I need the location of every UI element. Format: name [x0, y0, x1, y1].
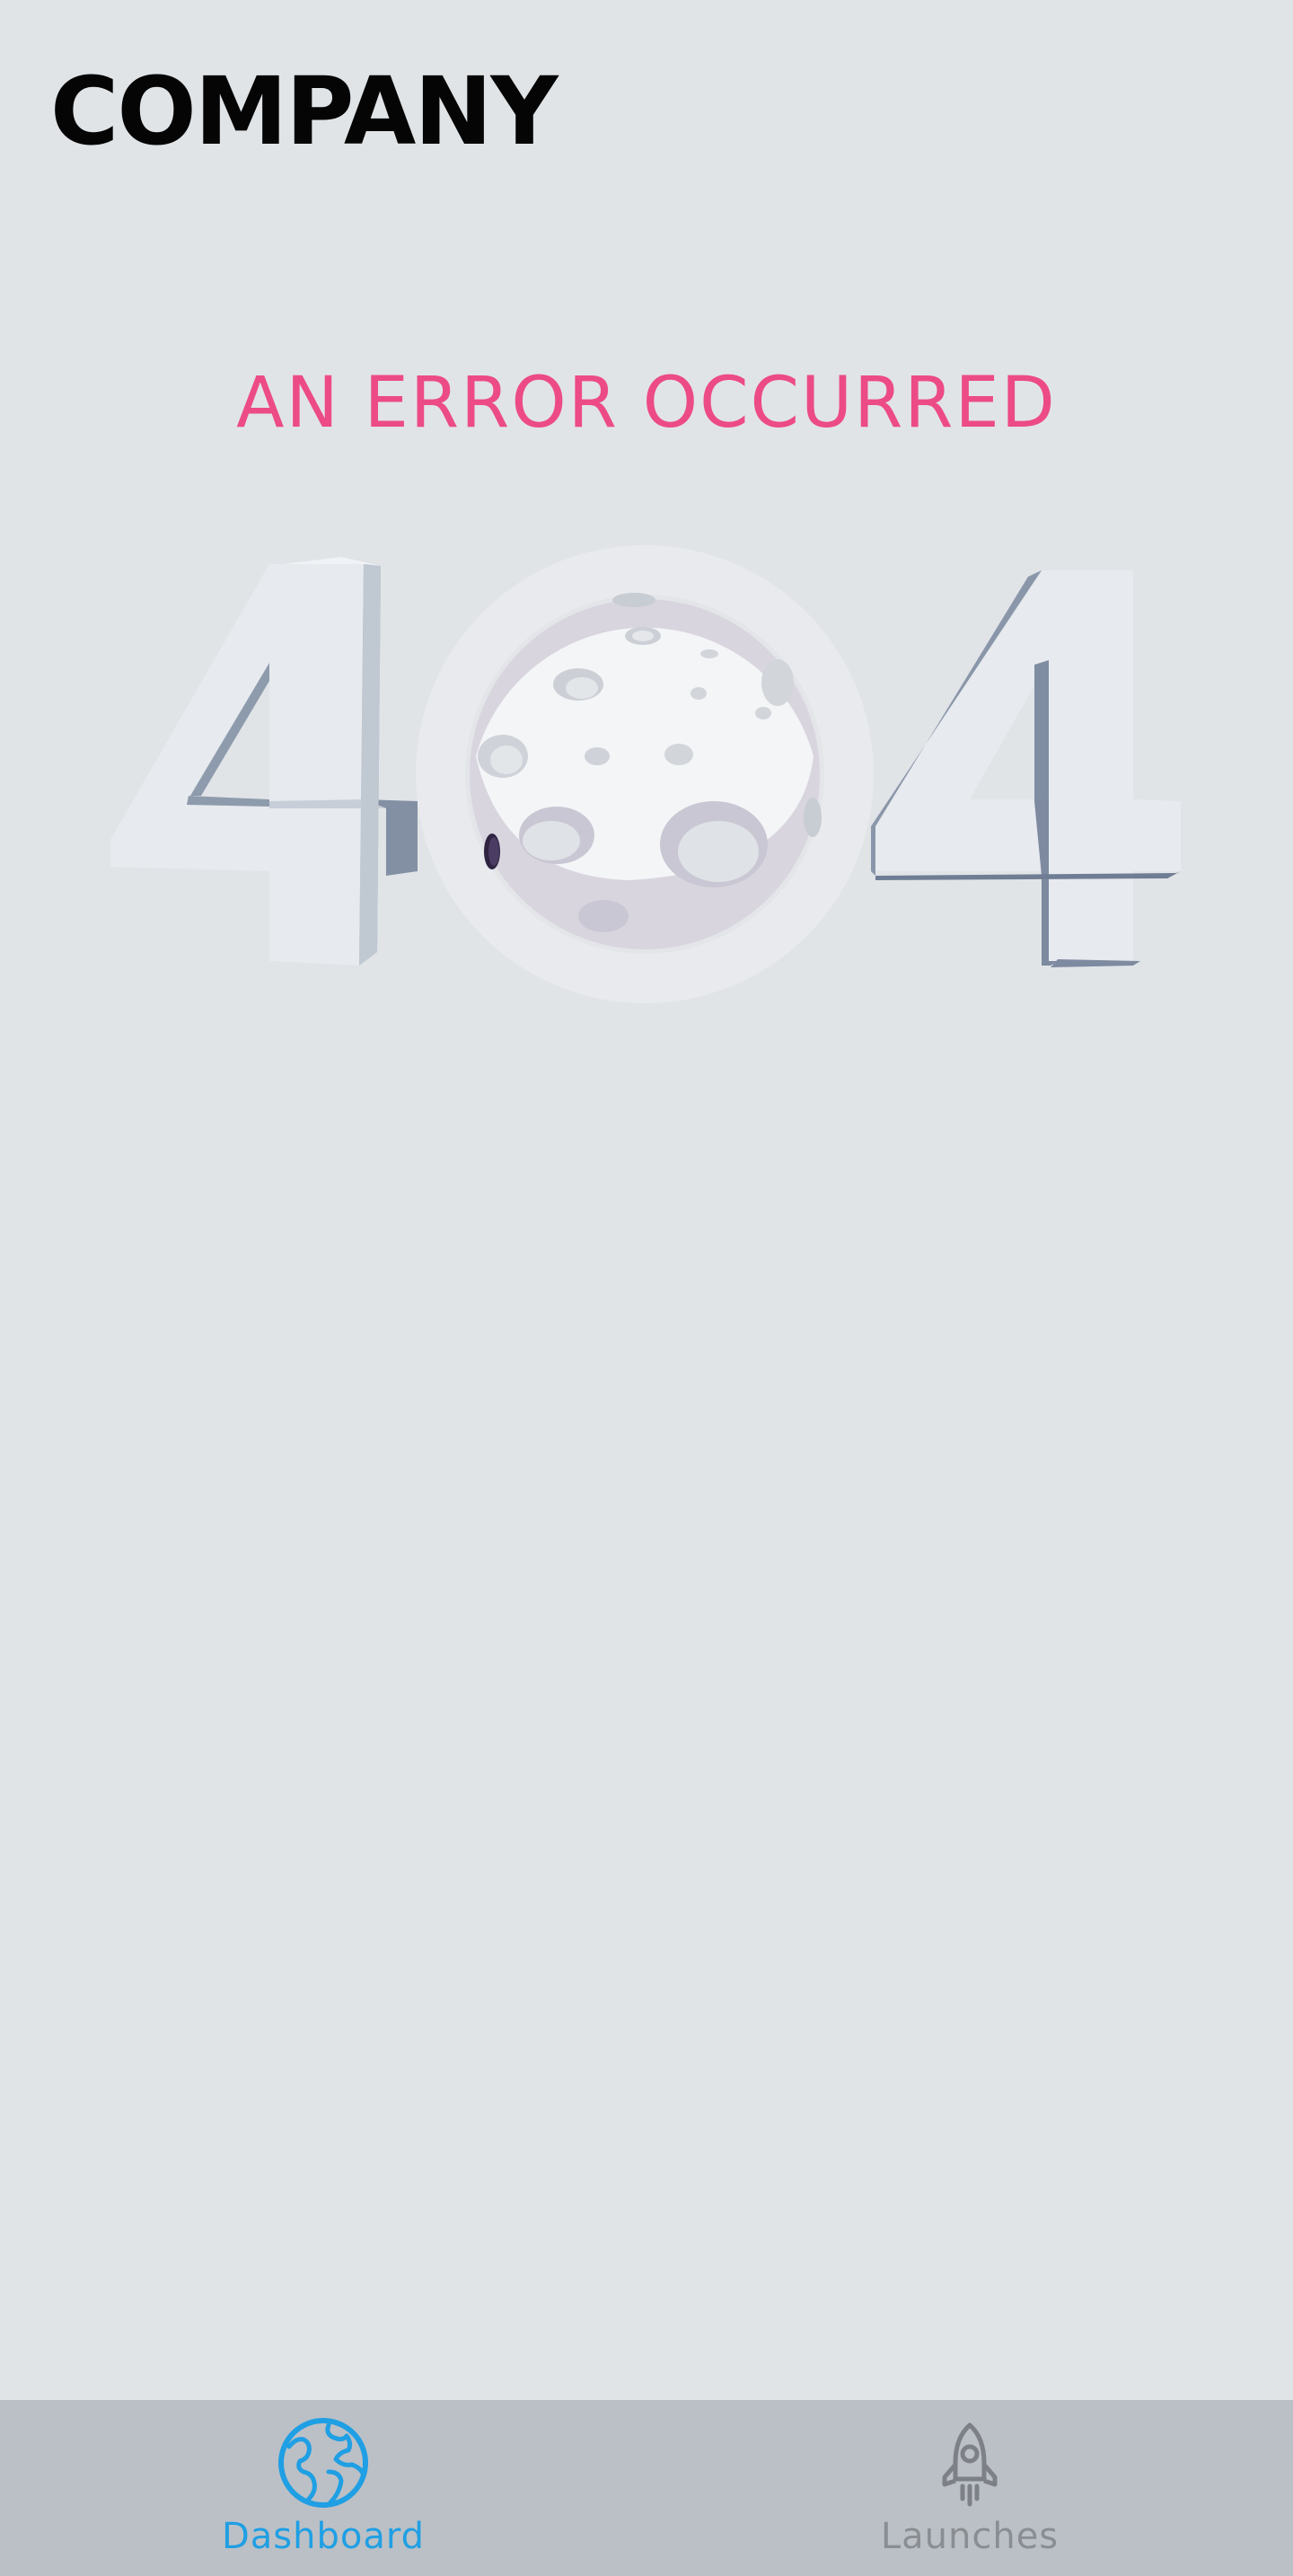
brand-logo-text: COMPANY: [50, 57, 559, 166]
digit-four-left: [110, 557, 418, 966]
error-title: AN ERROR OCCURRED: [236, 363, 1057, 444]
digit-four-right: [871, 570, 1181, 967]
error-404-illustration: [110, 545, 1181, 1003]
moon-icon: [416, 545, 874, 1003]
rocket-icon: [942, 2422, 998, 2507]
nav-item-dashboard[interactable]: Dashboard: [0, 2400, 646, 2576]
nav-item-launches[interactable]: Launches: [646, 2400, 1293, 2576]
globe-icon: [278, 2418, 368, 2508]
nav-label-dashboard: Dashboard: [221, 2516, 425, 2557]
nav-label-launches: Launches: [880, 2516, 1060, 2557]
bottom-navigation: Dashboard Launches: [0, 2400, 1293, 2576]
